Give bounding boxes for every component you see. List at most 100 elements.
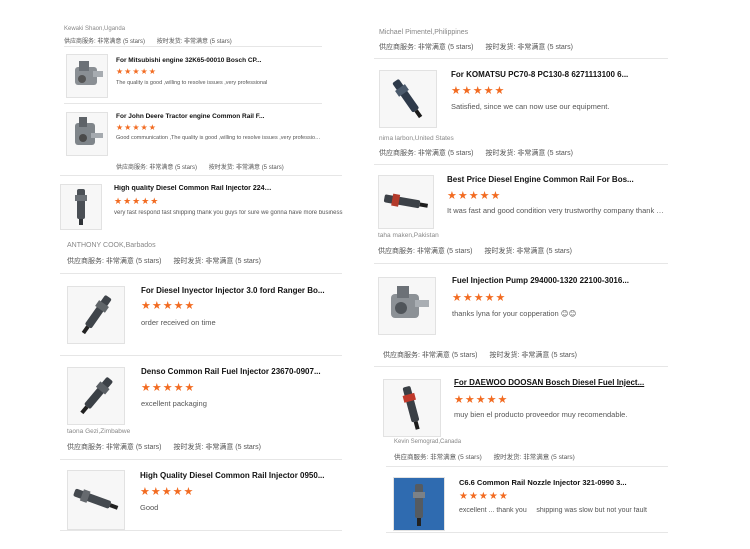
- divider: [60, 175, 342, 176]
- product-thumbnail[interactable]: [383, 379, 441, 437]
- review-text: excellent ... thank you shipping was slo…: [459, 507, 647, 514]
- shipping-rating: 按时发货: 非常满意 (5 stars): [489, 352, 577, 359]
- product-title-link[interactable]: For KOMATSU PC70-8 PC130-8 6271113100 6.…: [451, 70, 646, 79]
- review-text: Good: [140, 503, 159, 512]
- divider: [386, 532, 668, 533]
- rating-row: 供应商服务: 非常满意 (5 stars) 按时发货: 非常满意 (5 star…: [64, 36, 242, 45]
- injector-icon: [80, 377, 113, 415]
- shipping-rating: 按时发货: 非常满意 (5 stars): [493, 454, 575, 461]
- product-thumbnail[interactable]: [66, 112, 108, 156]
- review-text: thanks lyna for your copperation 😊😊: [452, 309, 577, 318]
- star-rating: ★★★★★: [459, 491, 509, 502]
- divider: [386, 466, 668, 467]
- shipping-rating: 按时发货: 非常满意 (5 stars): [485, 44, 573, 51]
- rating-row: 供应商服务: 非常满意 (5 stars) 按时发货: 非常满意 (5 star…: [378, 246, 582, 256]
- supplier-service-rating: 供应商服务: 非常满意 (5 stars): [378, 248, 473, 255]
- supplier-service-rating: 供应商服务: 非常满意 (5 stars): [67, 258, 162, 265]
- star-rating: ★★★★★: [454, 394, 509, 406]
- product-thumbnail[interactable]: [393, 477, 445, 531]
- divider: [374, 164, 668, 165]
- star-rating: ★★★★★: [141, 382, 196, 394]
- product-title-link[interactable]: For Mitsubishi engine 32K65-00010 Bosch …: [116, 57, 266, 64]
- star-rating: ★★★★★: [447, 190, 502, 202]
- product-title-link[interactable]: Best Price Diesel Engine Common Rail For…: [447, 175, 642, 184]
- review-text: order received on time: [141, 318, 216, 327]
- review-text: Good communication ,The quality is good …: [116, 135, 322, 141]
- rating-row: 供应商服务: 非常满意 (5 stars) 按时发货: 非常满意 (5 star…: [394, 451, 585, 461]
- product-thumbnail[interactable]: [379, 70, 437, 128]
- rating-row: 供应商服务: 非常满意 (5 stars) 按时发货: 非常满意 (5 star…: [67, 256, 271, 266]
- divider: [60, 459, 342, 460]
- product-title-link[interactable]: High quality Diesel Common Rail Injector…: [114, 185, 274, 192]
- shipping-rating: 按时发货: 非常满意 (5 stars): [484, 248, 572, 255]
- divider: [64, 46, 322, 47]
- injector-icon: [81, 295, 112, 335]
- reviewer-name: nima larbon,United States: [379, 135, 454, 142]
- product-thumbnail[interactable]: [60, 184, 102, 230]
- shipping-rating: 按时发货: 非常满意 (5 stars): [173, 444, 261, 451]
- divider: [60, 273, 342, 274]
- product-title-link[interactable]: C6.6 Common Rail Nozzle Injector 321-099…: [459, 478, 639, 487]
- reviewer-name: taha maken,Pakistan: [378, 232, 439, 239]
- pump-icon: [391, 286, 429, 318]
- injector-icon: [383, 193, 429, 209]
- star-rating: ★★★★★: [140, 486, 195, 498]
- divider: [374, 263, 668, 264]
- reviewer-name: Michael Pimentel,Philippines: [379, 29, 469, 36]
- product-thumbnail[interactable]: [67, 470, 125, 530]
- product-title-link[interactable]: Denso Common Rail Fuel Injector 23670-09…: [141, 367, 336, 376]
- shipping-rating: 按时发货: 非常满意 (5 stars): [173, 258, 261, 265]
- supplier-service-rating: 供应商服务: 非常满意 (5 stars): [64, 39, 146, 45]
- supplier-service-rating: 供应商服务: 非常满意 (5 stars): [67, 444, 162, 451]
- star-rating: ★★★★★: [116, 123, 157, 132]
- divider: [60, 530, 342, 531]
- reviewer-name: taona Gezi,Zimbabwe: [67, 428, 131, 435]
- product-thumbnail[interactable]: [67, 286, 125, 344]
- review-text: very fast respond fast shipping thank yo…: [114, 210, 343, 216]
- supplier-service-rating: 供应商服务: 非常满意 (5 stars): [379, 150, 474, 157]
- injector-icon: [394, 478, 444, 530]
- review-text: excellent packaging: [141, 399, 207, 408]
- product-thumbnail[interactable]: [67, 367, 125, 425]
- divider: [64, 103, 322, 104]
- reviewer-name: Kewaki Shaon,Uganda: [64, 26, 126, 32]
- supplier-service-rating: 供应商服务: 非常满意 (5 stars): [116, 165, 198, 171]
- product-title-link[interactable]: For John Deere Tractor engine Common Rai…: [116, 113, 266, 120]
- rating-row: 供应商服务: 非常满意 (5 stars) 按时发货: 非常满意 (5 star…: [379, 148, 583, 158]
- rating-row: 供应商服务: 非常满意 (5 stars) 按时发货: 非常满意 (5 star…: [67, 442, 271, 452]
- star-rating: ★★★★★: [141, 300, 196, 312]
- pump-icon: [75, 61, 103, 85]
- supplier-service-rating: 供应商服务: 非常满意 (5 stars): [379, 44, 474, 51]
- divider: [374, 366, 668, 367]
- review-text: The quality is good ,willing to resolve …: [116, 80, 268, 86]
- supplier-service-rating: 供应商服务: 非常满意 (5 stars): [383, 352, 478, 359]
- review-text: It was fast and good condition very trus…: [447, 206, 667, 215]
- injector-icon: [75, 189, 87, 225]
- injector-icon: [73, 488, 119, 510]
- product-title-link[interactable]: Fuel Injection Pump 294000-1320 22100-30…: [452, 276, 647, 285]
- product-title-link[interactable]: For DAEWOO DOOSAN Bosch Diesel Fuel Inje…: [454, 378, 649, 387]
- rating-row: 供应商服务: 非常满意 (5 stars) 按时发货: 非常满意 (5 star…: [379, 42, 583, 52]
- product-title-link[interactable]: For Diesel Inyector Injector 3.0 ford Ra…: [141, 286, 336, 295]
- shipping-rating: 按时发货: 非常满意 (5 stars): [156, 39, 232, 45]
- reviewer-name: Kevin Semograd,Canada: [394, 439, 462, 445]
- review-text: Satisfied, since we can now use our equi…: [451, 102, 610, 111]
- divider: [60, 355, 342, 356]
- product-title-link[interactable]: High Quality Diesel Common Rail Injector…: [140, 471, 335, 480]
- star-rating: ★★★★★: [452, 292, 507, 304]
- product-thumbnail[interactable]: [378, 175, 434, 229]
- reviewer-name: ANTHONY COOK,Barbados: [67, 242, 156, 249]
- star-rating: ★★★★★: [116, 67, 157, 76]
- injector-icon: [392, 79, 423, 119]
- shipping-rating: 按时发货: 非常满意 (5 stars): [485, 150, 573, 157]
- star-rating: ★★★★★: [114, 196, 160, 206]
- product-thumbnail[interactable]: [66, 54, 108, 98]
- injector-icon: [402, 386, 420, 430]
- rating-row: 供应商服务: 非常满意 (5 stars) 按时发货: 非常满意 (5 star…: [383, 350, 587, 360]
- rating-row: 供应商服务: 非常满意 (5 stars) 按时发货: 非常满意 (5 star…: [116, 162, 294, 171]
- product-thumbnail[interactable]: [378, 277, 436, 335]
- pump-icon: [75, 117, 103, 145]
- supplier-service-rating: 供应商服务: 非常满意 (5 stars): [394, 454, 482, 461]
- star-rating: ★★★★★: [451, 85, 506, 97]
- shipping-rating: 按时发货: 非常满意 (5 stars): [208, 165, 284, 171]
